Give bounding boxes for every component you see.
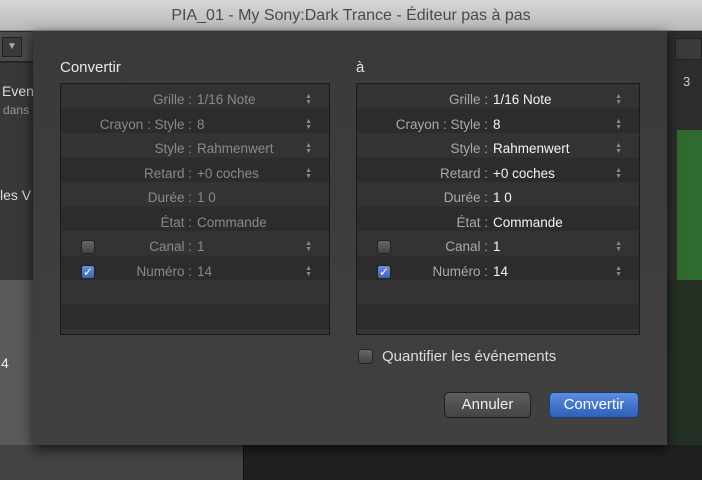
param-label: Style :	[450, 141, 488, 156]
param-row[interactable]: Style : Rahmenwert ▲ ▼	[61, 137, 329, 162]
convert-dialog: Convertir à Grille :1/16 Note ▲ ▼ Crayon : …	[33, 31, 667, 445]
stepper-icon[interactable]: ▲ ▼	[305, 265, 312, 278]
side-panel: 4	[0, 280, 33, 445]
to-title: à	[356, 59, 365, 76]
param-row[interactable]: Canal : 1 ▲ ▼	[357, 235, 639, 260]
param-value: 1 0	[493, 190, 512, 205]
stepper-icon[interactable]: ▲ ▼	[615, 265, 622, 278]
list-label: les V	[0, 187, 32, 203]
param-value: Commande	[493, 214, 563, 230]
param-value[interactable]: 14	[197, 260, 212, 285]
toolbar-left: ▼	[0, 32, 33, 62]
param-label: Durée :	[443, 190, 488, 205]
stepper-icon[interactable]: ▲ ▼	[305, 240, 312, 253]
param-label: État :	[160, 214, 192, 230]
param-row[interactable]: Canal : 1 ▲ ▼	[61, 235, 329, 260]
param-label: Retard :	[439, 165, 488, 181]
param-label: Grille :	[152, 92, 192, 107]
param-label: Style :	[154, 141, 192, 156]
param-value: Commande	[197, 214, 267, 230]
param-label: Durée :	[147, 190, 192, 205]
param-value[interactable]: +0 coches	[197, 162, 259, 187]
param-value[interactable]: 8	[197, 113, 205, 138]
quantize-checkbox[interactable]	[358, 349, 373, 364]
param-row[interactable]: Crayon : Style : 8 ▲ ▼	[61, 113, 329, 138]
stepper-icon[interactable]: ▲ ▼	[615, 93, 622, 106]
param-label: Canal :	[445, 239, 488, 254]
row-checkbox[interactable]: ✓	[377, 264, 391, 279]
param-label: Numéro :	[136, 263, 192, 279]
row-checkbox[interactable]	[81, 240, 95, 254]
param-row[interactable]: Grille : 1/16 Note ▲ ▼	[357, 88, 639, 113]
stepper-icon[interactable]: ▲ ▼	[305, 167, 312, 180]
to-panel: Grille :1/16 Note ▲ ▼ Crayon : Style :8 ▲ ▼ St…	[356, 83, 640, 335]
param-value[interactable]: Rahmenwert	[493, 137, 570, 162]
param-value[interactable]: Rahmenwert	[197, 137, 274, 162]
param-row[interactable]: Durée : 1 0	[61, 186, 329, 211]
param-label: Crayon : Style :	[395, 116, 488, 132]
param-value[interactable]: 1	[493, 235, 501, 260]
param-value[interactable]: 8	[493, 113, 501, 138]
param-row[interactable]: Style : Rahmenwert ▲ ▼	[357, 137, 639, 162]
param-row[interactable]: État : Commande	[61, 211, 329, 236]
param-row[interactable]: Crayon : Style : 8 ▲ ▼	[357, 113, 639, 138]
param-value[interactable]: 14	[493, 260, 508, 285]
region[interactable]	[677, 130, 702, 280]
stepper-icon[interactable]: ▲ ▼	[615, 142, 622, 155]
convert-button[interactable]: Convertir	[549, 392, 639, 418]
param-label: Numéro :	[432, 263, 488, 279]
param-row[interactable]: Durée : 1 0	[357, 186, 639, 211]
param-row[interactable]: ✓ Numéro : 14 ▲ ▼	[357, 260, 639, 285]
param-value[interactable]: 1/16 Note	[197, 88, 256, 113]
param-value[interactable]: 1	[197, 235, 205, 260]
stepper-icon[interactable]: ▲ ▼	[305, 118, 312, 131]
cancel-button[interactable]: Annuler	[444, 392, 531, 418]
stepper-icon[interactable]: ▲ ▼	[615, 240, 622, 253]
row-checkbox[interactable]	[377, 240, 391, 254]
param-value[interactable]: +0 coches	[493, 162, 555, 187]
dropdown-button[interactable]: ▼	[2, 37, 22, 57]
stepper-icon[interactable]: ▲ ▼	[615, 118, 622, 131]
stepper-icon[interactable]: ▲ ▼	[305, 142, 312, 155]
param-value: 1 0	[197, 190, 216, 205]
param-row[interactable]: Grille : 1/16 Note ▲ ▼	[61, 88, 329, 113]
event-label: Even	[2, 83, 34, 99]
event-sub-label: dans	[3, 103, 30, 117]
bottom-left	[0, 445, 243, 480]
stepper-icon[interactable]: ▲ ▼	[615, 167, 622, 180]
param-label: Retard :	[143, 165, 192, 181]
from-panel: Grille :1/16 Note ▲ ▼ Crayon : Style :8 ▲ ▼ St…	[60, 83, 330, 335]
track-header: Even dans les V	[0, 63, 34, 280]
param-row[interactable]: Retard : +0 coches ▲ ▼	[357, 162, 639, 187]
ruler-number: 3	[683, 74, 691, 89]
param-label: Crayon : Style :	[99, 116, 192, 132]
param-label: Grille :	[448, 92, 488, 107]
row-checkbox[interactable]: ✓	[81, 264, 95, 279]
window-title: PIA_01 - My Sony:Dark Trance - Éditeur p…	[0, 0, 702, 31]
from-title: Convertir	[60, 59, 121, 76]
stepper-icon[interactable]: ▲ ▼	[305, 93, 312, 106]
param-row[interactable]: Retard : +0 coches ▲ ▼	[61, 162, 329, 187]
number-label: 4	[1, 355, 9, 371]
quantize-label: Quantifier les événements	[382, 348, 557, 365]
param-label: État :	[456, 214, 488, 230]
bottom-right	[243, 445, 702, 480]
arrange-area: 3	[667, 32, 702, 445]
param-row[interactable]: ✓ Numéro : 14 ▲ ▼	[61, 260, 329, 285]
param-label: Canal :	[149, 239, 192, 254]
param-value[interactable]: 1/16 Note	[493, 88, 552, 113]
param-row[interactable]: État : Commande	[357, 211, 639, 236]
